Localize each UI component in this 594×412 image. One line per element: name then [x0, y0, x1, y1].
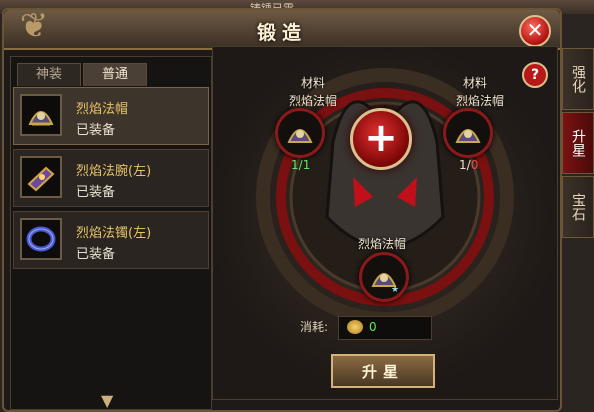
hat-icon — [287, 129, 313, 143]
item-name: 烈焰法腕(左) — [76, 164, 152, 179]
hat-icon — [455, 129, 481, 143]
tab-putong[interactable]: 普通 — [83, 63, 147, 86]
list-item[interactable]: 烈焰法帽 已装备 — [13, 87, 209, 145]
bracer-icon — [20, 156, 62, 198]
gold-coin-icon — [347, 320, 363, 334]
count-have: 1 — [291, 158, 299, 172]
list-item[interactable]: 烈焰法腕(左) 已装备 — [13, 149, 209, 207]
item-status: 已装备 — [76, 123, 116, 138]
tab-baoshi[interactable]: 宝石 — [562, 176, 594, 238]
result-slot[interactable]: ★ — [359, 252, 409, 302]
material-right-name: 烈焰法帽 — [455, 94, 504, 108]
plus-icon: + — [364, 115, 398, 161]
item-status: 已装备 — [76, 247, 116, 262]
hat-icon — [20, 94, 62, 136]
material-slot-right[interactable] — [443, 108, 493, 158]
item-name: 烈焰法镯(左) — [76, 226, 152, 241]
svg-text:★: ★ — [391, 285, 399, 294]
equipment-list: 烈焰法帽 已装备 烈焰法腕(左) 已装备 烈焰法镯(左) 已装备 — [13, 87, 209, 273]
material-right-count: 1/0 — [459, 158, 478, 172]
count-have: 1 — [459, 158, 467, 172]
scroll-down-icon[interactable]: ▼ — [101, 391, 113, 410]
item-name: 烈焰法帽 — [76, 102, 129, 117]
side-tabs: 强化 升星 宝石 — [562, 48, 594, 240]
tab-qianghua[interactable]: 强化 — [562, 48, 594, 110]
material-left-name: 烈焰法帽 — [288, 94, 337, 108]
upgrade-star-button[interactable]: 升星 — [331, 354, 435, 388]
result-name: 烈焰法帽 — [357, 237, 406, 251]
count-need: 0 — [470, 158, 479, 172]
list-item[interactable]: 烈焰法镯(左) 已装备 — [13, 211, 209, 269]
tab-shenzhuang[interactable]: 神装 — [17, 63, 81, 86]
title-bar: ❦ 锻造 — [4, 6, 560, 50]
item-status: 已装备 — [76, 185, 116, 200]
material-left-caption: 材料 — [300, 76, 325, 90]
cost-box: 0 — [338, 316, 432, 340]
window-title: 锻造 — [256, 22, 307, 44]
item-list-panel: 神装 普通 烈焰法帽 已装备 烈焰法腕(左) 已装备 烈焰法镯(左) 已装备 ▼ — [10, 56, 212, 410]
material-slot-left[interactable] — [275, 108, 325, 158]
tab-shengxing[interactable]: 升星 — [562, 112, 594, 174]
help-button[interactable]: ? — [522, 62, 548, 88]
cost-value: 0 — [369, 320, 377, 334]
material-right-caption: 材料 — [462, 76, 487, 90]
add-material-button[interactable]: + — [350, 108, 412, 170]
cost-label: 消耗: — [300, 320, 329, 334]
count-need: 1 — [302, 158, 311, 172]
hat-icon: ★ — [371, 273, 399, 294]
help-icon: ? — [530, 67, 540, 83]
bracelet-icon — [20, 218, 62, 260]
material-left-count: 1/1 — [291, 158, 310, 172]
close-button[interactable]: ✕ — [519, 15, 551, 47]
close-icon: ✕ — [526, 18, 544, 42]
